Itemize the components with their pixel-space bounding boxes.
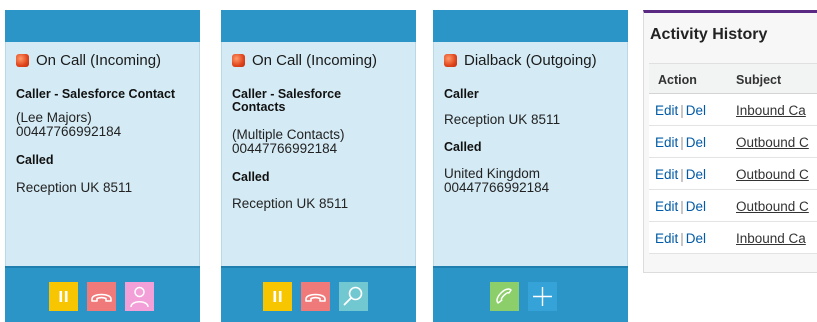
- caller-value: (Lee Majors) 00447766992184: [16, 110, 122, 139]
- panel-header-bar: [433, 10, 628, 42]
- status-indicator-icon: [232, 54, 245, 67]
- call-panel-2: On Call (Incoming) Caller - Salesforce C…: [221, 10, 416, 322]
- call-status-text: On Call (Incoming): [36, 52, 162, 69]
- row-actions: Edit | Del: [655, 103, 706, 118]
- add-button[interactable]: [528, 282, 557, 311]
- row-actions: Edit | Del: [655, 167, 706, 182]
- person-icon: [130, 286, 149, 308]
- action-separator: |: [680, 135, 684, 150]
- activity-history-title: Activity History: [650, 26, 768, 43]
- subject-link[interactable]: Outbound C: [736, 135, 809, 150]
- subject-link[interactable]: Inbound Ca: [736, 231, 806, 246]
- hold-button[interactable]: [263, 282, 292, 311]
- table-row: Edit | Del Inbound Ca: [649, 222, 817, 254]
- status-indicator-icon: [444, 54, 457, 67]
- status-indicator-icon: [16, 54, 29, 67]
- phone-icon: [496, 288, 512, 304]
- del-link[interactable]: Del: [686, 135, 706, 150]
- called-label: Called: [232, 170, 270, 184]
- edit-link[interactable]: Edit: [655, 135, 678, 150]
- subject-link[interactable]: Inbound Ca: [736, 103, 806, 118]
- panel-header-bar: [221, 10, 416, 42]
- call-status: Dialback (Outgoing): [444, 52, 597, 69]
- edit-link[interactable]: Edit: [655, 103, 678, 118]
- table-header-row: Action Subject: [649, 64, 817, 94]
- del-link[interactable]: Del: [686, 103, 706, 118]
- pause-icon: [273, 291, 282, 302]
- pause-icon: [59, 291, 68, 302]
- table-row: Edit | Del Outbound C: [649, 158, 817, 190]
- call-status: On Call (Incoming): [232, 52, 377, 69]
- action-separator: |: [680, 167, 684, 182]
- caller-label: Caller - Salesforce Contact: [16, 87, 176, 101]
- row-actions: Edit | Del: [655, 231, 706, 246]
- panel-action-bar: [221, 266, 416, 322]
- contact-button[interactable]: [125, 282, 154, 311]
- search-icon: [343, 286, 363, 306]
- action-separator: |: [680, 103, 684, 118]
- del-link[interactable]: Del: [686, 199, 706, 214]
- table-row: Edit | Del Outbound C: [649, 190, 817, 222]
- row-actions: Edit | Del: [655, 199, 706, 214]
- call-panel-1: On Call (Incoming) Caller - Salesforce C…: [5, 10, 200, 322]
- caller-label: Caller: [444, 87, 479, 101]
- called-value: Reception UK 8511: [232, 196, 349, 211]
- activity-table: Action Subject Edit | Del Inbound Ca Edit |…: [649, 63, 817, 254]
- subject-link[interactable]: Outbound C: [736, 167, 809, 182]
- edit-link[interactable]: Edit: [655, 167, 678, 182]
- panel-header-bar: [5, 10, 200, 42]
- search-button[interactable]: [339, 282, 368, 311]
- called-label: Called: [444, 140, 482, 154]
- caller-value: (Multiple Contacts) 00447766992184: [232, 127, 345, 156]
- panel-body: Dialback (Outgoing) Caller Reception UK …: [433, 42, 628, 266]
- dial-button[interactable]: [490, 282, 519, 311]
- hangup-button[interactable]: [301, 282, 330, 311]
- phone-hangup-icon: [91, 293, 112, 302]
- called-value: United Kingdom 00447766992184: [444, 166, 550, 195]
- del-link[interactable]: Del: [686, 231, 706, 246]
- hold-button[interactable]: [49, 282, 78, 311]
- del-link[interactable]: Del: [686, 167, 706, 182]
- called-value: Reception UK 8511: [16, 180, 133, 195]
- activity-history-panel: Activity History Action Subject Edit | Del…: [643, 10, 817, 273]
- action-separator: |: [680, 199, 684, 214]
- table-row: Edit | Del Inbound Ca: [649, 94, 817, 126]
- edit-link[interactable]: Edit: [655, 231, 678, 246]
- panel-action-bar: [5, 266, 200, 322]
- plus-icon: [533, 287, 552, 306]
- panel-action-bar: [433, 266, 628, 322]
- subject-link[interactable]: Outbound C: [736, 199, 809, 214]
- column-header-action: Action: [658, 73, 697, 87]
- call-status-text: Dialback (Outgoing): [464, 52, 597, 69]
- table-row: Edit | Del Outbound C: [649, 126, 817, 158]
- caller-label: Caller - Salesforce Contacts: [232, 87, 342, 114]
- hangup-button[interactable]: [87, 282, 116, 311]
- call-status: On Call (Incoming): [16, 52, 161, 69]
- call-panel-3: Dialback (Outgoing) Caller Reception UK …: [433, 10, 628, 322]
- column-header-subject: Subject: [736, 73, 782, 87]
- edit-link[interactable]: Edit: [655, 199, 678, 214]
- panel-body: On Call (Incoming) Caller - Salesforce C…: [5, 42, 200, 266]
- call-status-text: On Call (Incoming): [252, 52, 378, 69]
- action-separator: |: [680, 231, 684, 246]
- caller-value: Reception UK 8511: [444, 112, 561, 127]
- panel-body: On Call (Incoming) Caller - Salesforce C…: [221, 42, 416, 266]
- row-actions: Edit | Del: [655, 135, 706, 150]
- called-label: Called: [16, 153, 54, 167]
- phone-hangup-icon: [305, 293, 326, 302]
